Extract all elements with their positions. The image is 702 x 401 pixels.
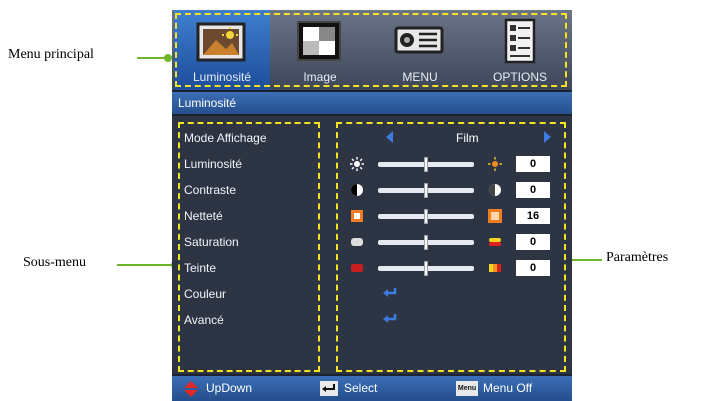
callout-dot-main-menu <box>164 54 172 62</box>
menu-key-icon: Menu <box>456 381 478 396</box>
settings-highlight <box>336 122 566 372</box>
select-enter-icon <box>320 381 338 396</box>
menu-title-bar: Luminosité <box>172 92 572 114</box>
main-menu-tabs: Luminosité Image MENU OPTIONS <box>172 10 572 90</box>
callout-line-submenu <box>117 264 173 266</box>
callout-line-main-menu <box>137 57 167 59</box>
main-menu-highlight <box>175 13 567 87</box>
menu-body: Mode Affichage Luminosité Contraste Nett… <box>172 116 572 374</box>
menu-title: Luminosité <box>178 96 237 110</box>
bottom-hint-bar: UpDown Select Menu Menu Off <box>172 376 572 401</box>
callout-main-menu: Menu principal <box>8 47 94 62</box>
settings-panel: Film 0 0 16 0 0 <box>336 122 566 372</box>
osd-menu-panel: Luminosité Image MENU OPTIONS Luminosité… <box>172 10 572 401</box>
updown-arrows-icon <box>184 381 198 397</box>
submenu-highlight <box>178 122 320 372</box>
hint-select: Select <box>344 381 378 395</box>
submenu-list: Mode Affichage Luminosité Contraste Nett… <box>178 122 320 372</box>
hint-menu-off: Menu Off <box>483 381 533 395</box>
hint-updown: UpDown <box>206 381 253 395</box>
callout-settings: Paramètres <box>606 250 669 265</box>
callout-submenu: Sous-menu <box>23 255 86 270</box>
